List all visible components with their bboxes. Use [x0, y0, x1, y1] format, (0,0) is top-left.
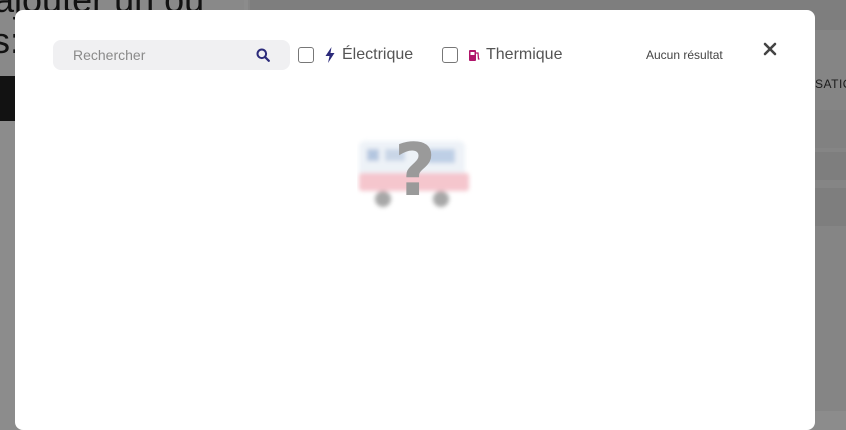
vehicle-picker-modal: Électrique Thermique Aucun résultat — [15, 10, 815, 430]
filter-thermal-label: Thermique — [486, 46, 563, 63]
filter-thermal[interactable]: Thermique — [442, 44, 562, 66]
search-icon[interactable] — [256, 48, 270, 62]
search-box — [53, 40, 290, 70]
close-icon[interactable] — [763, 42, 777, 56]
svg-text:?: ? — [394, 135, 436, 212]
search-input[interactable] — [53, 40, 253, 70]
missing-vehicle-image-icon: ? — [359, 135, 469, 212]
lightning-bolt-icon — [325, 47, 335, 63]
filter-electric[interactable]: Électrique — [298, 44, 413, 66]
thermal-checkbox[interactable] — [442, 47, 458, 63]
electric-checkbox[interactable] — [298, 47, 314, 63]
result-count: Aucun résultat — [646, 48, 723, 62]
filter-electric-label: Électrique — [342, 46, 414, 63]
fuel-pump-icon — [469, 50, 480, 61]
